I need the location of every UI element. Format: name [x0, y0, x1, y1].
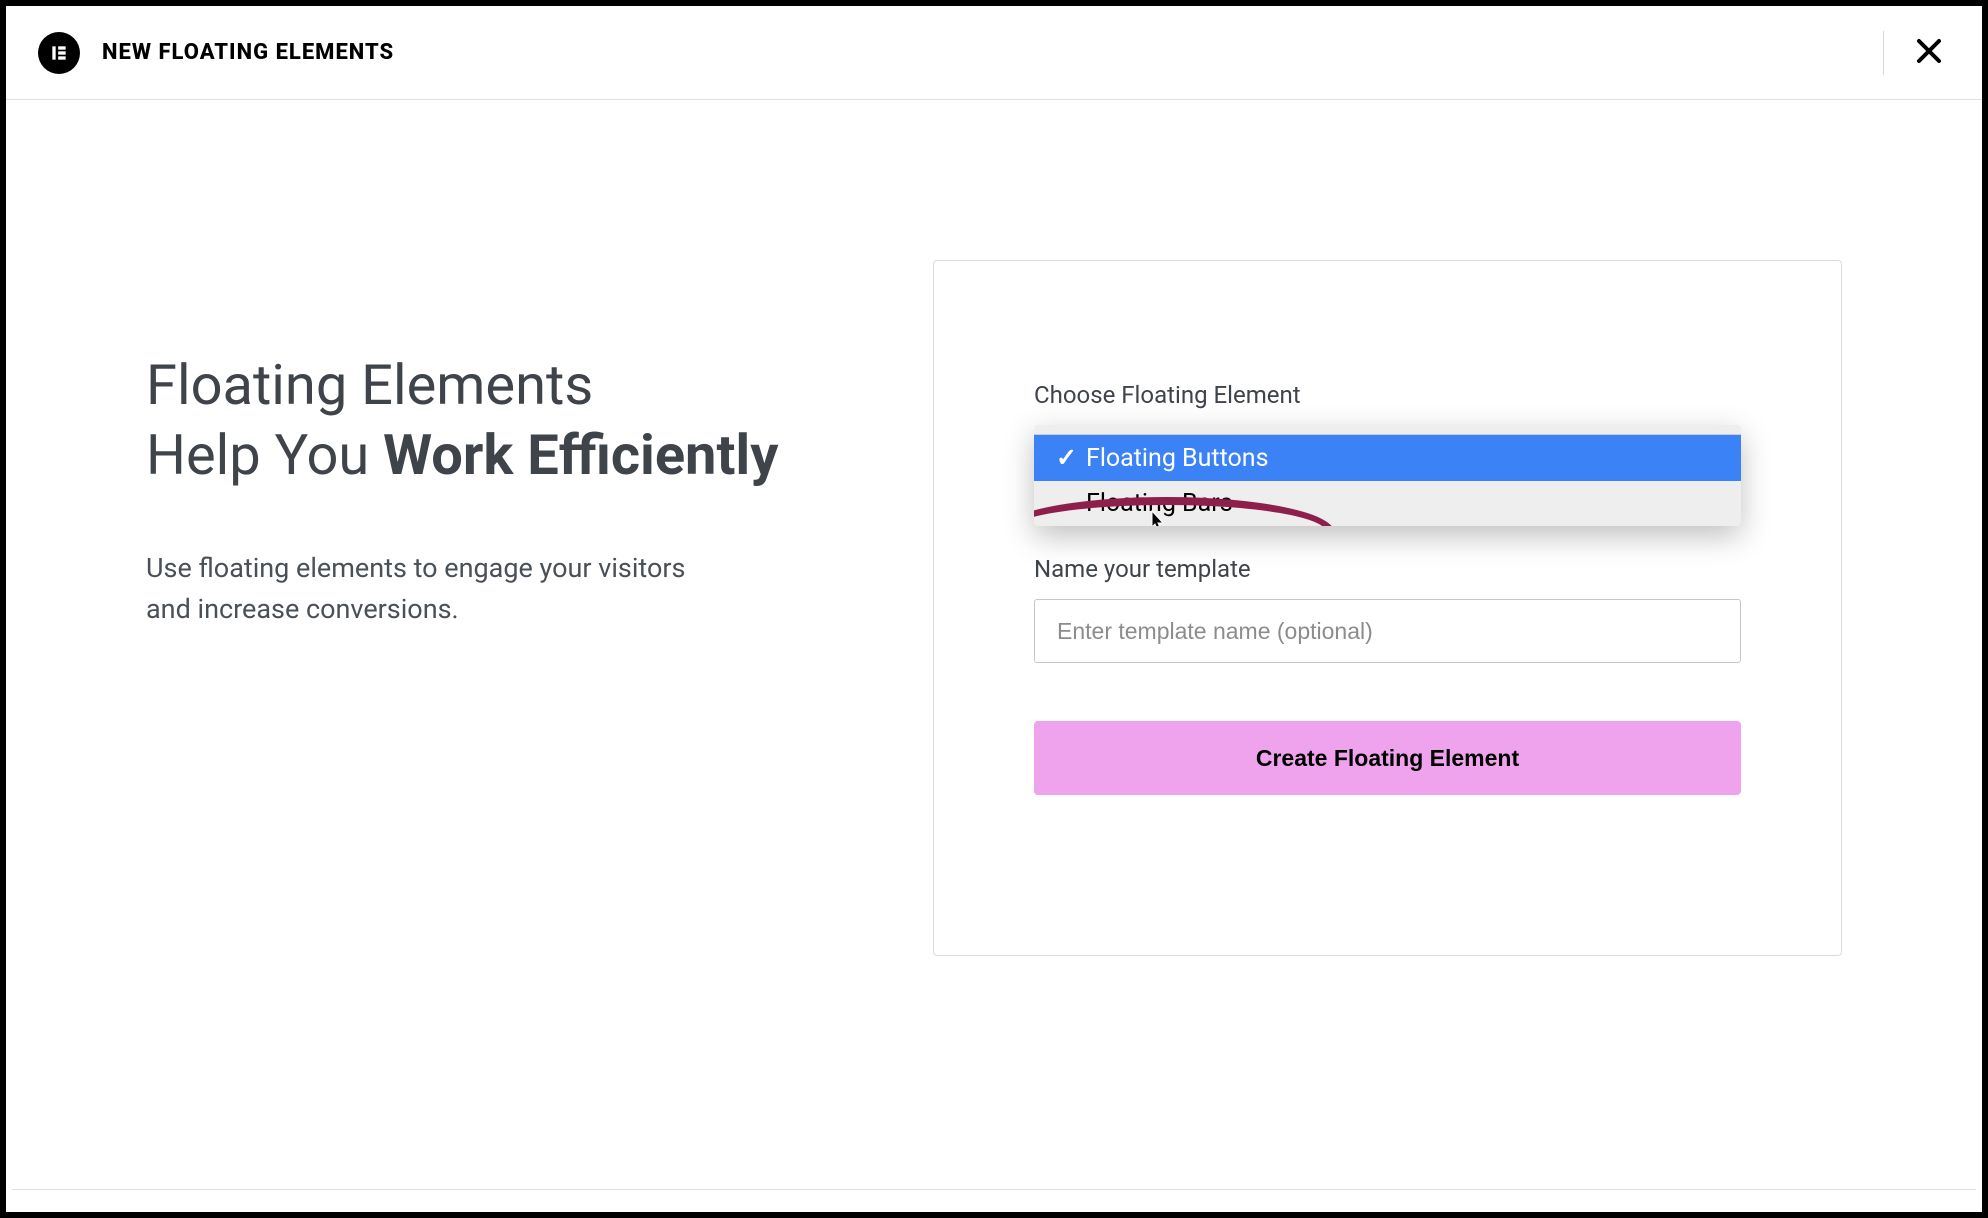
- header-divider: [1883, 31, 1884, 75]
- check-icon: ✓: [1056, 443, 1074, 473]
- dropdown-option-floating-bars[interactable]: Floating Bars: [1034, 481, 1741, 526]
- footer-divider: [12, 1189, 1976, 1190]
- dropdown-strip: [1034, 425, 1741, 435]
- dropdown-option-label: Floating Bars: [1086, 489, 1233, 518]
- header-left: NEW FLOATING ELEMENTS: [38, 32, 394, 74]
- close-icon: [1914, 36, 1944, 66]
- hero-title-bold: Work Efficiently: [383, 422, 778, 488]
- dropdown-option-label: Floating Buttons: [1086, 444, 1269, 473]
- choose-element-field: Choose Floating Element ✓ Floating Butto…: [1034, 381, 1741, 515]
- choose-element-label: Choose Floating Element: [1034, 381, 1741, 409]
- modal-header: NEW FLOATING ELEMENTS: [6, 6, 1982, 100]
- hero-section: Floating Elements Help You Work Efficien…: [146, 260, 853, 629]
- hero-title-line2: Help You: [146, 422, 383, 488]
- header-right: [1883, 30, 1950, 75]
- template-name-label: Name your template: [1034, 555, 1741, 583]
- hero-title-line1: Floating Elements: [146, 352, 593, 418]
- hero-subtitle: Use floating elements to engage your vis…: [146, 548, 706, 629]
- close-button[interactable]: [1908, 30, 1950, 75]
- modal-body: Floating Elements Help You Work Efficien…: [6, 100, 1982, 1056]
- template-name-field: Name your template: [1034, 555, 1741, 663]
- modal-title: NEW FLOATING ELEMENTS: [102, 40, 394, 65]
- create-floating-element-button[interactable]: Create Floating Element: [1034, 721, 1741, 795]
- form-panel: Choose Floating Element ✓ Floating Butto…: [933, 260, 1842, 956]
- elementor-logo-icon: [38, 32, 80, 74]
- element-type-dropdown[interactable]: ✓ Floating Buttons Floating Bars: [1034, 425, 1741, 526]
- dropdown-option-floating-buttons[interactable]: ✓ Floating Buttons: [1034, 435, 1741, 481]
- template-name-input[interactable]: [1034, 599, 1741, 663]
- hero-title: Floating Elements Help You Work Efficien…: [146, 350, 853, 490]
